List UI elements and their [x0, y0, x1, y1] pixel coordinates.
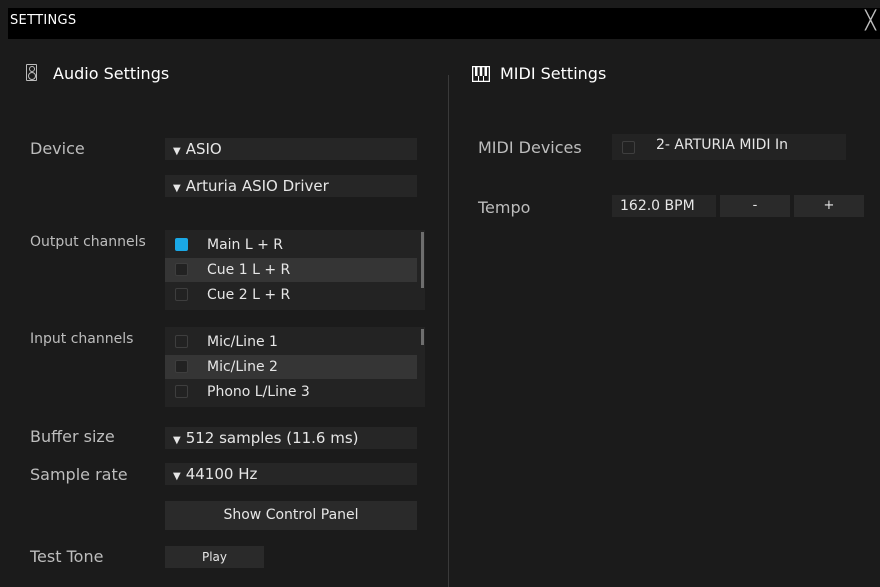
output-channels-list: Main L + R Cue 1 L + R Cue 2 L + R	[165, 230, 425, 310]
tempo-decrease-button[interactable]: -	[720, 195, 790, 217]
midi-device-row[interactable]: 2- ARTURIA MIDI In	[612, 134, 846, 160]
output-channel-cue1[interactable]: Cue 1 L + R	[165, 258, 417, 282]
midi-settings-title: MIDI Settings	[500, 64, 607, 83]
driver-dropdown[interactable]: ▼ Arturia ASIO Driver	[165, 175, 417, 197]
driver-value: Arturia ASIO Driver	[185, 177, 329, 195]
input-channel-label: Mic/Line 2	[207, 359, 278, 375]
piano-keys-icon	[472, 66, 490, 82]
midi-devices-label: MIDI Devices	[478, 138, 582, 157]
input-channels-list: Mic/Line 1 Mic/Line 2 Phono L/Line 3	[165, 327, 425, 407]
checkbox[interactable]	[175, 360, 188, 373]
tempo-value[interactable]: 162.0 BPM	[612, 195, 716, 217]
checkbox[interactable]	[175, 288, 188, 301]
input-channels-label: Input channels	[30, 331, 134, 347]
output-channel-cue2[interactable]: Cue 2 L + R	[165, 283, 417, 307]
show-control-panel-button[interactable]: Show Control Panel	[165, 501, 417, 530]
input-channel-phono[interactable]: Phono L/Line 3	[165, 380, 417, 404]
tempo-increase-button[interactable]: +	[794, 195, 864, 217]
buffer-size-dropdown[interactable]: ▼ 512 samples (11.6 ms)	[165, 427, 417, 449]
output-channel-label: Cue 1 L + R	[207, 262, 291, 278]
caret-down-icon: ▼	[173, 471, 181, 482]
window-title: SETTINGS	[10, 13, 77, 28]
title-bar: SETTINGS ╳	[8, 8, 880, 39]
input-channel-label: Phono L/Line 3	[207, 384, 310, 400]
buffer-size-value: 512 samples (11.6 ms)	[185, 429, 359, 447]
input-channel-label: Mic/Line 1	[207, 334, 278, 350]
audio-settings-title: Audio Settings	[53, 64, 170, 83]
output-channels-label: Output channels	[30, 234, 146, 250]
caret-down-icon: ▼	[173, 183, 181, 194]
caret-down-icon: ▼	[173, 146, 181, 157]
device-type-dropdown[interactable]: ▼ ASIO	[165, 138, 417, 160]
device-label: Device	[30, 139, 85, 158]
checkbox[interactable]	[175, 385, 188, 398]
midi-device-name: 2- ARTURIA MIDI In	[656, 137, 788, 153]
output-scrollbar[interactable]	[421, 232, 424, 288]
sample-rate-dropdown[interactable]: ▼ 44100 Hz	[165, 463, 417, 485]
buffer-size-label: Buffer size	[30, 427, 115, 446]
device-type-value: ASIO	[185, 140, 222, 158]
sample-rate-label: Sample rate	[30, 465, 128, 484]
checkbox[interactable]	[175, 335, 188, 348]
output-channel-main[interactable]: Main L + R	[165, 233, 417, 257]
input-scrollbar[interactable]	[421, 329, 424, 345]
output-channel-label: Cue 2 L + R	[207, 287, 291, 303]
test-tone-label: Test Tone	[30, 547, 104, 566]
speaker-icon	[26, 64, 37, 81]
checkbox[interactable]	[622, 141, 635, 154]
input-channel-mic1[interactable]: Mic/Line 1	[165, 330, 417, 354]
caret-down-icon: ▼	[173, 435, 181, 446]
input-channel-mic2[interactable]: Mic/Line 2	[165, 355, 417, 379]
close-icon[interactable]: ╳	[865, 10, 876, 31]
play-button[interactable]: Play	[165, 546, 264, 568]
output-channel-label: Main L + R	[207, 237, 284, 253]
tempo-label: Tempo	[478, 198, 531, 217]
checkbox[interactable]	[175, 263, 188, 276]
sample-rate-value: 44100 Hz	[185, 465, 258, 483]
checkbox-checked[interactable]	[175, 238, 188, 251]
section-divider	[448, 75, 449, 587]
